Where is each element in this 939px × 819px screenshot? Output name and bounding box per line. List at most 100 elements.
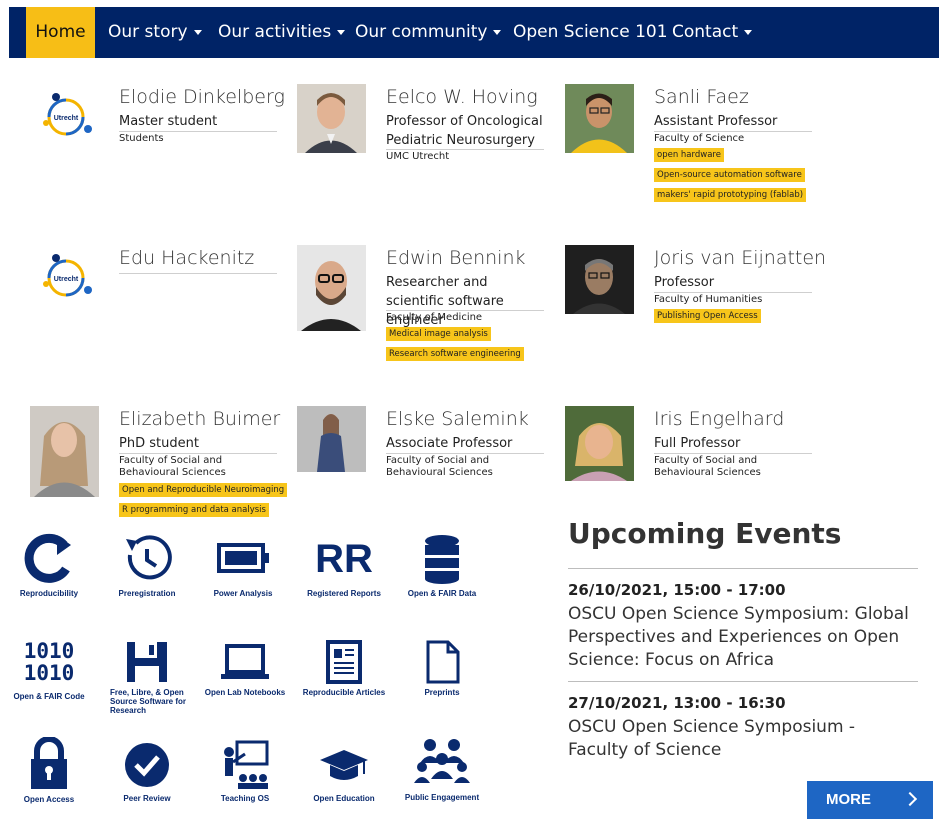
nav-contact-label: Contact bbox=[672, 22, 739, 42]
nav-our-community[interactable]: Our community bbox=[355, 7, 502, 58]
divider bbox=[568, 681, 918, 682]
icon-tile-registered-reports[interactable]: RR Registered Reports bbox=[303, 533, 385, 598]
padlock-icon bbox=[31, 737, 67, 789]
more-events-button[interactable]: MORE bbox=[807, 781, 933, 819]
icon-label: Peer Review bbox=[123, 794, 171, 803]
icon-label: Teaching OS bbox=[220, 794, 270, 803]
person-role: Associate Professor bbox=[386, 436, 513, 451]
portrait-photo bbox=[565, 406, 634, 481]
utrecht-logo: Utrecht bbox=[38, 250, 94, 306]
rr-icon: RR bbox=[315, 537, 373, 581]
icon-label: Open Access bbox=[23, 795, 75, 804]
icon-tile-preprints[interactable]: Preprints bbox=[405, 640, 479, 697]
floppy-disk-icon bbox=[127, 642, 167, 682]
person-name[interactable]: Iris Engelhard bbox=[654, 408, 784, 430]
icon-tile-open-education[interactable]: Open Education bbox=[304, 740, 384, 803]
nav-open-science-101[interactable]: Open Science 101 bbox=[513, 7, 668, 58]
tag[interactable]: R programming and data analysis bbox=[119, 503, 269, 517]
icon-tile-teaching-os[interactable]: Teaching OS bbox=[208, 740, 282, 803]
icon-tile-open-fair-code[interactable]: 1010 1010 Open & FAIR Code bbox=[10, 638, 88, 701]
person-name[interactable]: Joris van Eijnatten bbox=[654, 247, 826, 269]
event-title-link[interactable]: OSCU Open Science Symposium: Global Pers… bbox=[568, 603, 918, 672]
tag[interactable]: Research software engineering bbox=[386, 347, 524, 361]
icon-tile-reproducibility[interactable]: Reproducibility bbox=[12, 533, 86, 598]
divider bbox=[654, 453, 812, 454]
battery-icon bbox=[217, 543, 269, 573]
nav-home[interactable]: Home bbox=[26, 7, 95, 58]
main-nav: Home Our story Our activities Our commun… bbox=[9, 7, 939, 58]
portrait-photo bbox=[297, 406, 366, 472]
event-date: 26/10/2021, 15:00 - 17:00 bbox=[568, 581, 786, 599]
person-name[interactable]: Edwin Bennink bbox=[386, 247, 526, 269]
person-role: Professor bbox=[654, 275, 715, 290]
icon-label: Power Analysis bbox=[213, 589, 273, 598]
person-dept: UMC Utrecht bbox=[386, 151, 450, 162]
tag[interactable]: Open and Reproducible Neuroimaging bbox=[119, 483, 288, 497]
person-dept: Faculty of Social and Behavioural Scienc… bbox=[119, 455, 226, 478]
graduation-cap-icon bbox=[320, 750, 368, 780]
icon-label: Open Education bbox=[313, 794, 375, 803]
portrait-photo bbox=[297, 84, 366, 153]
utrecht-logo: Utrecht bbox=[38, 89, 94, 145]
nav-contact[interactable]: Contact bbox=[672, 7, 753, 58]
tag[interactable]: Open-source automation software bbox=[654, 168, 805, 182]
person-role: Assistant Professor bbox=[654, 114, 778, 129]
icon-tile-power-analysis[interactable]: Power Analysis bbox=[206, 533, 280, 598]
laptop-icon bbox=[221, 644, 269, 679]
nav-our-activities[interactable]: Our activities bbox=[218, 7, 346, 58]
event-title-link[interactable]: OSCU Open Science Symposium - Faculty of… bbox=[568, 716, 918, 762]
icon-label: Preregistration bbox=[118, 589, 176, 598]
nav-our-story[interactable]: Our story bbox=[108, 7, 202, 58]
icon-label: Preprints bbox=[424, 688, 460, 697]
person-role: Full Professor bbox=[654, 436, 741, 451]
divider bbox=[386, 453, 544, 454]
tag-list: open hardware Open-source automation sof… bbox=[654, 145, 814, 205]
tag-list: Publishing Open Access bbox=[654, 306, 814, 326]
icon-label: Open & FAIR Code bbox=[13, 692, 85, 701]
nav-our-story-label: Our story bbox=[108, 22, 188, 42]
person-name[interactable]: Elodie Dinkelberg bbox=[119, 86, 285, 108]
nav-our-community-label: Our community bbox=[355, 22, 488, 42]
binary-code-icon: 1010 1010 bbox=[23, 639, 75, 685]
chevron-down-icon bbox=[493, 29, 502, 35]
nav-open-science-101-label: Open Science 101 bbox=[513, 22, 668, 42]
teaching-icon bbox=[224, 740, 269, 789]
tag-list: Medical image analysis Research software… bbox=[386, 324, 546, 364]
person-name[interactable]: Elizabeth Buimer bbox=[119, 408, 280, 430]
icon-tile-open-lab-notebooks[interactable]: Open Lab Notebooks bbox=[204, 640, 286, 697]
icon-label: Reproducibility bbox=[19, 589, 79, 598]
chevron-down-icon bbox=[337, 29, 346, 35]
nav-home-label: Home bbox=[35, 22, 86, 42]
document-icon bbox=[426, 640, 460, 684]
nav-our-activities-label: Our activities bbox=[218, 22, 332, 42]
tag[interactable]: open hardware bbox=[654, 148, 724, 162]
icon-label: Reproducible Articles bbox=[302, 688, 386, 697]
tag[interactable]: Publishing Open Access bbox=[654, 309, 761, 323]
icon-tile-open-access[interactable]: Open Access bbox=[12, 737, 86, 804]
icon-tile-peer-review[interactable]: Peer Review bbox=[110, 740, 184, 803]
icon-tile-open-fair-data[interactable]: Open & FAIR Data bbox=[403, 533, 481, 598]
icon-tile-public-engagement[interactable]: Public Engagement bbox=[400, 737, 484, 802]
tag[interactable]: makers' rapid prototyping (fablab) bbox=[654, 188, 807, 202]
icon-tile-floss[interactable]: Free, Libre, & Open Source Software for … bbox=[106, 640, 188, 715]
tag[interactable]: Medical image analysis bbox=[386, 327, 491, 341]
icon-tile-reproducible-articles[interactable]: Reproducible Articles bbox=[301, 640, 387, 697]
person-dept: Faculty of Science bbox=[654, 133, 745, 144]
icon-label: Public Engagement bbox=[404, 793, 480, 802]
person-role: Professor of Oncological Pediatric Neuro… bbox=[386, 114, 543, 148]
divider bbox=[654, 131, 812, 132]
person-name[interactable]: Elske Salemink bbox=[386, 408, 529, 430]
person-dept: Faculty of Social and Behavioural Scienc… bbox=[386, 455, 493, 478]
event-date: 27/10/2021, 13:00 - 16:30 bbox=[568, 694, 786, 712]
icon-tile-preregistration[interactable]: Preregistration bbox=[110, 533, 184, 598]
person-name[interactable]: Edu Hackenitz bbox=[119, 247, 254, 269]
divider bbox=[654, 292, 812, 293]
tag-list: Open and Reproducible Neuroimaging R pro… bbox=[119, 480, 288, 520]
database-icon bbox=[425, 535, 459, 584]
person-name[interactable]: Eelco W. Hoving bbox=[386, 86, 538, 108]
icon-label: Open Lab Notebooks bbox=[204, 688, 286, 697]
divider bbox=[386, 310, 544, 311]
divider bbox=[119, 453, 277, 454]
person-name[interactable]: Sanli Faez bbox=[654, 86, 749, 108]
people-group-icon bbox=[414, 739, 470, 783]
